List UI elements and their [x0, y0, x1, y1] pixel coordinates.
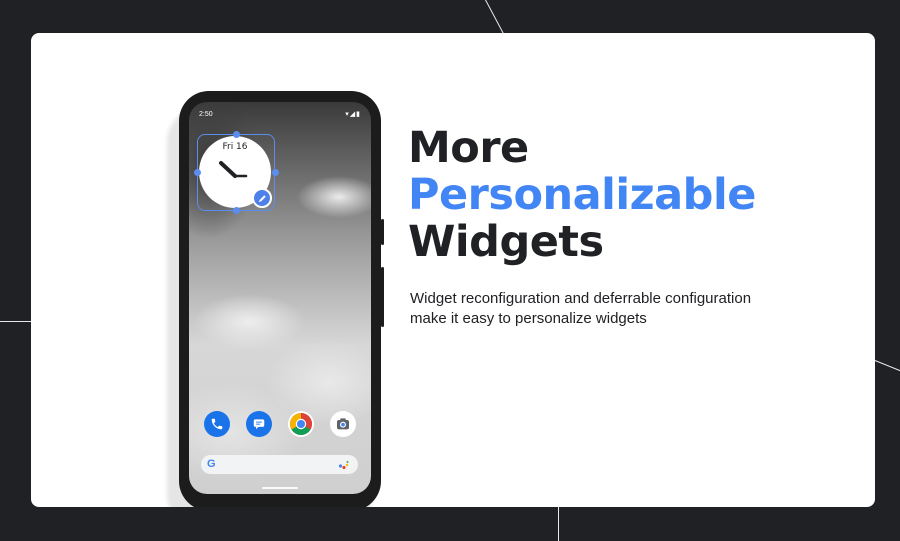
messages-icon	[253, 419, 265, 430]
chrome-app-icon[interactable]	[288, 411, 314, 437]
resize-handle-right[interactable]	[272, 169, 279, 176]
background-line-bottom	[558, 507, 559, 541]
camera-icon	[337, 418, 349, 430]
resize-handle-top[interactable]	[233, 131, 240, 138]
phone-mockup: 2:50 ▾◢▮ Fri 16 G	[179, 91, 384, 507]
camera-app-icon[interactable]	[330, 411, 356, 437]
phone-icon	[211, 418, 223, 430]
headline: More Personalizable Widgets	[408, 125, 756, 266]
assistant-icon[interactable]	[338, 460, 350, 470]
background-line-top	[485, 0, 505, 36]
phone-app-icon[interactable]	[204, 411, 230, 437]
background-line-left	[0, 321, 31, 322]
messages-app-icon[interactable]	[246, 411, 272, 437]
pencil-icon	[258, 194, 266, 202]
headline-line-widgets: Widgets	[408, 217, 604, 267]
status-time: 2:50	[199, 111, 213, 118]
resize-handle-bottom[interactable]	[233, 207, 240, 214]
phone-volume-button	[381, 267, 384, 327]
background-line-right	[874, 360, 900, 372]
subtitle-line-1: Widget reconfiguration and deferrable co…	[410, 290, 752, 307]
widget-edit-button[interactable]	[252, 188, 272, 208]
headline-line-more: More	[408, 123, 529, 173]
subtitle: Widget reconfiguration and deferrable co…	[410, 289, 810, 329]
slide-card: 2:50 ▾◢▮ Fri 16 G More Personalizable Wi…	[31, 33, 875, 507]
phone-screen: 2:50 ▾◢▮ Fri 16 G	[189, 102, 371, 494]
google-logo: G	[207, 458, 216, 470]
status-icons: ▾◢▮	[345, 110, 361, 118]
phone-power-button	[381, 219, 384, 245]
gesture-nav-handle[interactable]	[262, 487, 298, 489]
resize-handle-left[interactable]	[194, 169, 201, 176]
chrome-icon	[290, 413, 312, 435]
headline-line-personalizable: Personalizable	[408, 170, 756, 220]
google-search-bar[interactable]: G	[201, 455, 358, 474]
subtitle-line-2: make it easy to personalize widgets	[410, 310, 647, 327]
